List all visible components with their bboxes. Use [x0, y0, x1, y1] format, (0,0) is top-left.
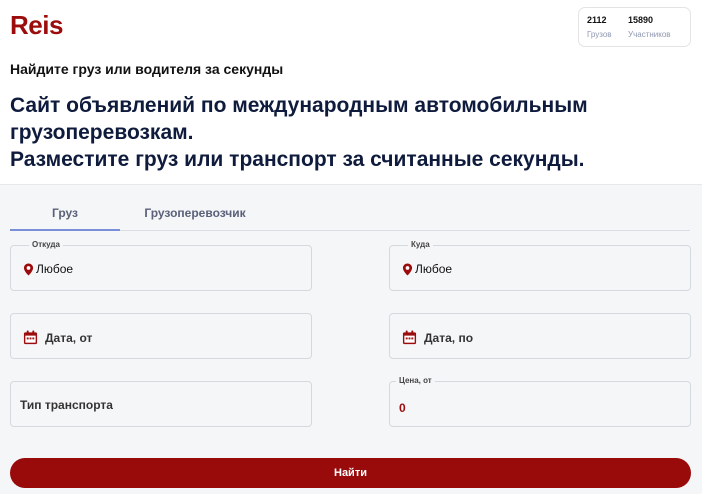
map-pin-icon — [402, 263, 413, 275]
date-from-value: Дата, от — [23, 330, 92, 345]
to-field-value: Любое — [402, 262, 452, 276]
to-field-label: Куда — [408, 240, 433, 250]
stat-members-count: 15890 — [628, 15, 654, 25]
calendar-icon — [23, 330, 38, 345]
headline-line-3: Разместите груз или транспорт за считанн… — [10, 148, 585, 171]
tagline: Найдите груз или водителя за секунды — [10, 61, 284, 77]
date-to-value: Дата, по — [402, 330, 473, 345]
headline-line-2: грузоперевозкам. — [10, 121, 194, 144]
tab-cargo[interactable]: Груз — [10, 205, 120, 231]
from-field-label: Откуда — [29, 240, 63, 250]
transport-type-text: Тип транспорта — [20, 398, 113, 412]
map-pin-icon — [23, 263, 34, 275]
stat-cargo: 2112 Грузов — [587, 15, 612, 39]
search-tabs: Груз Грузоперевозчик — [10, 205, 690, 231]
price-from-value: 0 — [399, 401, 406, 415]
from-field-value: Любое — [23, 262, 73, 276]
active-tab-indicator — [10, 229, 120, 231]
site-logo[interactable]: Reis — [10, 10, 63, 41]
stat-cargo-count: 2112 — [587, 15, 607, 25]
stat-members-label: Участников — [628, 30, 671, 39]
price-from-label: Цена, от — [396, 376, 435, 386]
date-to-field[interactable]: Дата, по — [389, 313, 691, 359]
to-field[interactable]: Куда Любое — [389, 240, 691, 291]
date-to-text: Дата, по — [424, 330, 474, 345]
stats-box: 2112 Грузов 15890 Участников — [578, 7, 691, 47]
to-value-text: Любое — [415, 262, 453, 276]
search-panel: Груз Грузоперевозчик Откуда Любое Куда Л… — [0, 184, 702, 494]
stat-members: 15890 Участников — [628, 15, 671, 39]
page-headline: Сайт объявлений по международным автомоб… — [10, 92, 700, 173]
date-from-field[interactable]: Дата, от — [10, 313, 312, 359]
from-value-text: Любое — [36, 262, 74, 276]
headline-line-1: Сайт объявлений по международным автомоб… — [10, 94, 588, 117]
search-button[interactable]: Найти — [10, 458, 691, 488]
stat-cargo-label: Грузов — [587, 30, 612, 39]
from-field[interactable]: Откуда Любое — [10, 240, 312, 291]
calendar-icon — [402, 330, 417, 345]
tab-carrier[interactable]: Грузоперевозчик — [120, 205, 270, 231]
transport-type-select[interactable]: Тип транспорта — [10, 381, 312, 427]
price-from-field[interactable]: Цена, от 0 — [389, 376, 691, 427]
date-from-text: Дата, от — [45, 330, 93, 345]
